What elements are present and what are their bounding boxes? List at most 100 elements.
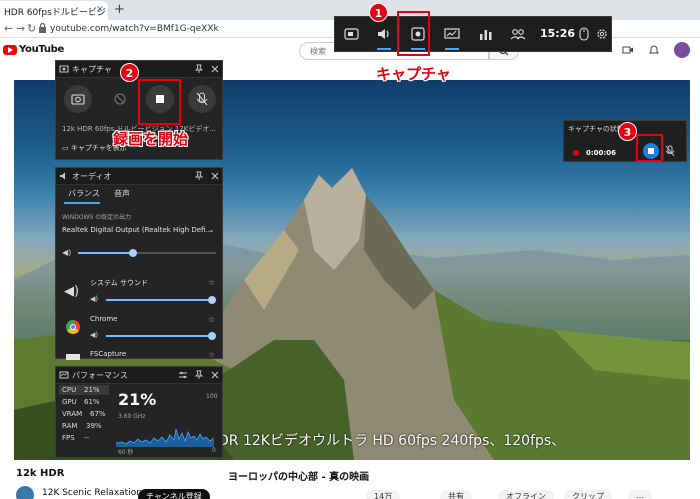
microphone-muted-icon[interactable] [664,144,676,158]
video-title-left: 12k HDR [16,468,65,479]
social-icon[interactable] [507,24,529,44]
like-button[interactable]: 14万 [366,490,401,499]
avatar[interactable] [674,42,690,58]
create-icon[interactable] [622,44,634,56]
perf-row-vram[interactable]: VRAM 67% [62,410,106,418]
graph-axis-max: 100 [206,393,218,400]
tab-active-indicator [64,202,100,204]
perf-row-cpu[interactable]: CPU 21% [62,386,100,394]
fscapture-app-icon [66,354,80,360]
perf-label: CPU [62,386,77,394]
performance-panel-title: パフォーマンス [72,371,128,380]
new-tab-icon[interactable]: + [114,2,125,17]
download-button[interactable]: オフライン [498,490,554,499]
perf-row-fps[interactable]: FPS -- [62,434,89,442]
settings-gear-icon[interactable] [591,24,613,44]
capture-panel-header[interactable]: キャプチャ [56,61,222,78]
audio-panel-header[interactable]: オーディオ [56,168,222,185]
channel-avatar[interactable] [16,486,34,499]
callout-start-recording: 録画を開始 [113,130,189,148]
callout-capture: キャプチャ [376,65,451,83]
step-badge-2: 2 [120,63,139,82]
subscribe-button[interactable]: チャンネル登録 [138,489,210,499]
step-badge-3: 3 [618,122,637,141]
clip-button[interactable]: クリップ [564,490,612,499]
cpu-usage-value: 21% [118,390,157,409]
chevron-down-icon[interactable]: ⌄ [208,225,215,234]
record-last-button[interactable] [106,85,134,113]
reload-icon[interactable]: ↻ [27,22,36,35]
perf-value: 61% [84,398,100,406]
recording-indicator-icon [573,150,579,156]
close-icon[interactable] [210,64,220,74]
gallery-icon: ▭ [62,144,71,152]
chrome-volume-slider[interactable] [208,332,216,340]
perf-row-gpu[interactable]: GPU 61% [62,398,100,406]
widget-menu-icon[interactable] [341,24,363,44]
screenshot-root: HDR 60fpsドルビービジョン × + ← → ↻ youtube.com/… [0,0,700,499]
notifications-icon[interactable] [648,44,660,56]
forward-icon[interactable]: → [16,22,25,35]
record-last-icon [114,93,126,105]
microphone-toggle-button[interactable] [188,85,216,113]
system-volume-slider[interactable] [208,296,216,304]
audio-panel: オーディオ バランス 音声 WINDOWS の既定の出力 Realtek Dig… [55,167,223,360]
url-field[interactable]: youtube.com/watch?v=BMf1G-qeXXk [50,24,219,34]
tab-voice[interactable]: 音声 [114,188,130,199]
master-volume-slider[interactable] [129,249,138,257]
graph-axis-time: 60 秒 [118,449,134,456]
screenshot-button[interactable] [64,85,92,113]
recording-elapsed-time: 0:00:06 [586,149,616,157]
app-label-system: システム サウンド [90,279,149,287]
share-button[interactable]: 共有 [440,490,472,499]
chrome-volume-icon: ◀) [90,331,99,339]
youtube-logo-icon[interactable] [3,45,17,55]
tab-balance[interactable]: バランス [68,188,100,199]
tab-close-icon[interactable]: × [96,4,104,15]
output-device-select[interactable]: Realtek Digital Output (Realtek High Def… [62,226,222,234]
favorite-star-icon[interactable]: ☆ [208,350,215,359]
camera-icon [71,94,85,105]
browser-tab[interactable]: HDR 60fpsドルビービジョン × [0,1,108,20]
highlight-start-recording [138,79,181,125]
performance-widget-icon[interactable] [441,24,463,44]
performance-panel-header[interactable]: パフォーマンス [56,367,222,384]
resources-icon[interactable] [475,24,497,44]
options-icon[interactable] [178,370,188,380]
pin-icon[interactable] [194,64,204,74]
pin-icon[interactable] [194,370,204,380]
highlight-stop-recording [636,134,663,162]
youtube-logo-text[interactable]: YouTube [19,44,64,55]
highlight-capture-button [397,11,430,56]
perf-row-ram[interactable]: RAM 39% [62,422,102,430]
microphone-muted-icon [196,92,208,106]
video-title-right: ヨーロッパの中心部 - 真の映画 [228,472,370,483]
system-sound-icon: ◀) [64,284,80,299]
pin-icon[interactable] [194,171,204,181]
master-volume-icon: ◀) [62,248,72,257]
app-label-fscapture: FSCapture [90,350,127,358]
default-output-label: WINDOWS の既定の出力 [62,214,132,221]
perf-label: GPU [62,398,77,406]
capture-panel-title: キャプチャ [72,65,112,74]
graph-axis-min: 0 [212,447,216,454]
more-button[interactable]: … [628,490,652,499]
perf-label: RAM [62,422,78,430]
close-icon[interactable] [210,171,220,181]
favorite-star-icon[interactable]: ☆ [208,278,215,287]
performance-icon [59,371,69,379]
audio-active-indicator [377,48,391,50]
step-badge-1: 1 [369,3,388,22]
favorite-star-icon[interactable]: ☆ [208,315,215,324]
chrome-volume-fill [106,335,212,337]
speaker-icon [60,172,65,180]
audio-icon[interactable] [373,24,395,44]
perf-value: 67% [90,410,106,418]
recording-status-title: キャプチャの状態 [568,125,624,133]
back-icon[interactable]: ← [4,22,13,35]
close-icon[interactable] [210,370,220,380]
lock-icon [39,23,46,33]
channel-name[interactable]: 12K Scenic Relaxation [42,488,142,498]
perf-value: -- [84,434,90,442]
app-label-chrome: Chrome [90,315,118,323]
